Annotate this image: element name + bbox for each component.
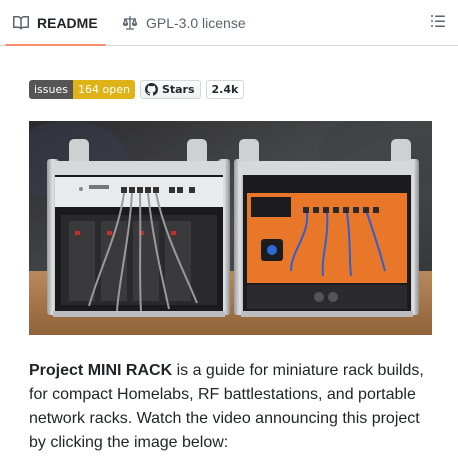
github-stars-badge[interactable]: Stars 2.4k: [139, 79, 245, 99]
stars-label: Stars: [161, 82, 195, 96]
stars-count[interactable]: 2.4k: [205, 79, 245, 99]
github-mark-icon: [144, 82, 158, 96]
tab-readme[interactable]: README: [5, 0, 106, 46]
badge-row: issues 164 open Stars 2.4k: [29, 79, 245, 99]
book-icon: [13, 15, 29, 31]
readme-tab-bar: README GPL-3.0 license: [0, 0, 458, 46]
list-outline-icon: [430, 15, 446, 33]
tab-license[interactable]: GPL-3.0 license: [122, 0, 246, 45]
mini-rack-photo: [29, 121, 432, 335]
law-scale-icon: [122, 15, 138, 31]
issues-badge-value: 164 open: [73, 79, 135, 99]
mini-rack-video-thumbnail[interactable]: [29, 121, 432, 335]
issues-badge-label: issues: [29, 79, 73, 99]
tab-readme-label: README: [37, 14, 98, 31]
issues-badge[interactable]: issues 164 open: [29, 79, 135, 99]
stars-button[interactable]: Stars: [139, 79, 201, 99]
project-name: Project MINI RACK: [29, 362, 173, 379]
tab-license-label: GPL-3.0 license: [146, 14, 246, 31]
outline-button[interactable]: [430, 13, 448, 31]
project-intro-paragraph: Project MINI RACK is a guide for miniatu…: [29, 359, 439, 455]
